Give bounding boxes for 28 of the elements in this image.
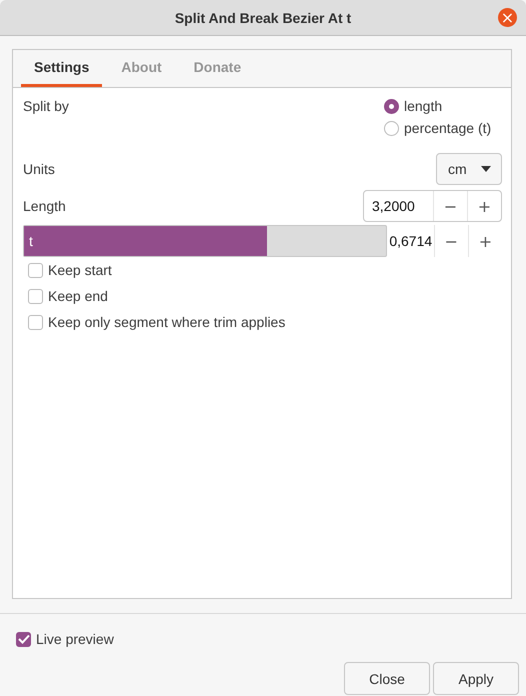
checkbox-label: Keep only segment where trim applies [48,314,286,330]
checkbox[interactable] [28,314,43,330]
checkbox[interactable] [28,288,43,304]
number-field[interactable]: 0,6714 [387,225,434,257]
checkbox-label: Keep end [48,288,108,304]
checkbox-label: Keep start [48,262,112,278]
checkbox-label: Live preview [36,631,114,647]
field-label: Length [23,198,66,214]
slider-label: t [29,233,33,249]
slider-fill[interactable] [24,226,268,256]
dialog-button[interactable]: Close [344,662,430,695]
tab[interactable]: Settings [21,50,102,87]
radio-label: length [404,98,442,114]
dialog-button[interactable]: Apply [433,662,519,695]
radio-button[interactable] [384,120,399,136]
decrement-button[interactable]: − [434,225,468,257]
radio-label: percentage (t) [404,120,492,136]
window-title: Split And Break Bezier At t [174,10,352,26]
slider-track[interactable]: t [23,225,387,257]
increment-button[interactable]: + [468,225,502,257]
close-button[interactable]: × [498,8,517,27]
radio-button[interactable] [384,98,399,114]
field-label: Units [23,160,55,176]
caret-icon [481,166,491,172]
units-dropdown[interactable]: cm [436,152,502,184]
checkbox[interactable] [28,262,43,278]
checkbox[interactable] [16,632,31,646]
field-label: Split by [23,98,69,114]
